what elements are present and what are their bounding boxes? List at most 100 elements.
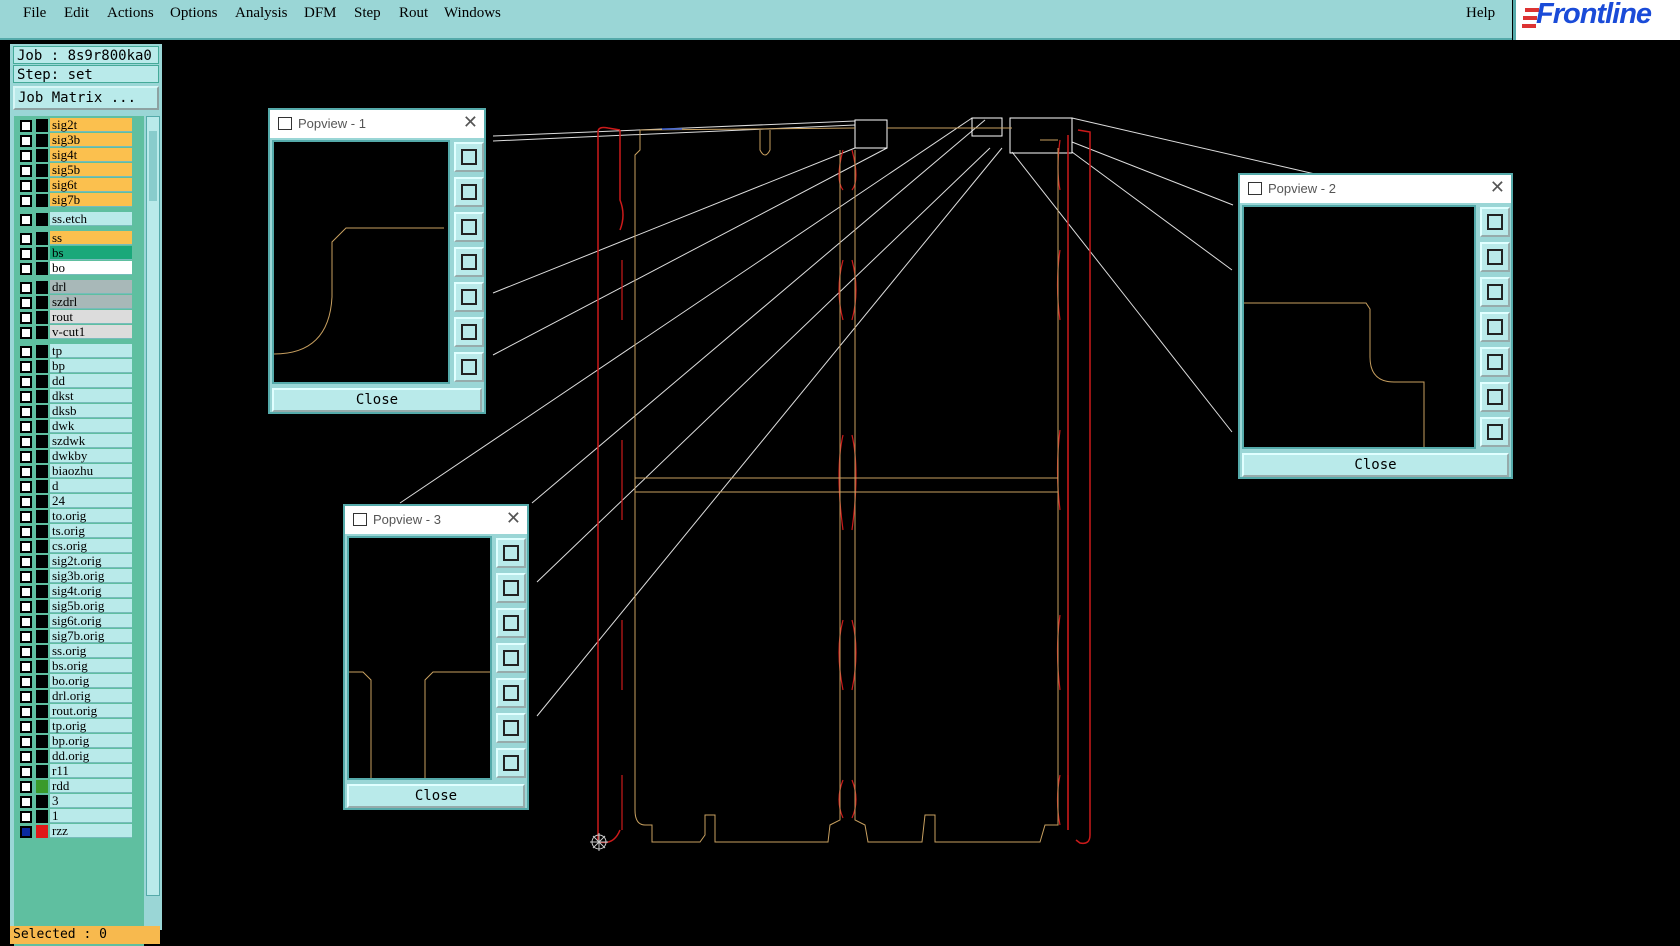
- layer-checkbox[interactable]: [20, 195, 32, 207]
- layer-name[interactable]: d: [50, 479, 132, 493]
- layer-name[interactable]: sig3b: [50, 133, 132, 147]
- layer-checkbox[interactable]: [20, 135, 32, 147]
- pan-up-button[interactable]: [454, 177, 484, 207]
- layer-row[interactable]: drl: [14, 280, 144, 295]
- layer-checkbox[interactable]: [20, 406, 32, 418]
- pan-left-button[interactable]: [496, 643, 526, 673]
- popview-2-titlebar[interactable]: Popview - 2 ✕: [1240, 175, 1511, 203]
- layer-row[interactable]: to.orig: [14, 509, 144, 524]
- layer-row[interactable]: dwkby: [14, 449, 144, 464]
- layer-checkbox[interactable]: [20, 466, 32, 478]
- layer-row[interactable]: dwk: [14, 419, 144, 434]
- layer-row[interactable]: sig3b: [14, 133, 144, 148]
- close-icon[interactable]: ✕: [463, 112, 478, 133]
- layer-name[interactable]: sig2t.orig: [50, 554, 132, 568]
- layer-checkbox[interactable]: [20, 586, 32, 598]
- layer-name[interactable]: 3: [50, 794, 132, 808]
- layer-row[interactable]: drl.orig: [14, 689, 144, 704]
- layer-name[interactable]: cs.orig: [50, 539, 132, 553]
- menu-options[interactable]: Options: [170, 5, 218, 22]
- layer-name[interactable]: sig4t: [50, 148, 132, 162]
- layer-checkbox[interactable]: [20, 248, 32, 260]
- layer-name[interactable]: dd: [50, 374, 132, 388]
- layer-row[interactable]: sig2t: [14, 118, 144, 133]
- layer-name[interactable]: drl.orig: [50, 689, 132, 703]
- layer-name[interactable]: r11: [50, 764, 132, 778]
- layer-row[interactable]: cs.orig: [14, 539, 144, 554]
- layer-row[interactable]: d: [14, 479, 144, 494]
- layer-name[interactable]: sig7b: [50, 193, 132, 207]
- layer-name[interactable]: ts.orig: [50, 524, 132, 538]
- layer-checkbox[interactable]: [20, 766, 32, 778]
- layer-checkbox[interactable]: [20, 556, 32, 568]
- layer-checkbox[interactable]: [20, 511, 32, 523]
- pan-down-button[interactable]: [496, 608, 526, 638]
- layer-row[interactable]: bs.orig: [14, 659, 144, 674]
- layer-name[interactable]: sig4t.orig: [50, 584, 132, 598]
- layer-row[interactable]: rout.orig: [14, 704, 144, 719]
- layer-checkbox[interactable]: [20, 691, 32, 703]
- layer-checkbox[interactable]: [20, 421, 32, 433]
- layer-name[interactable]: rout: [50, 310, 132, 324]
- layer-checkbox[interactable]: [20, 481, 32, 493]
- layer-row[interactable]: sig4t.orig: [14, 584, 144, 599]
- layer-row[interactable]: ss.etch: [14, 212, 144, 227]
- zoom-fit-button[interactable]: [496, 538, 526, 568]
- layer-row[interactable]: dd: [14, 374, 144, 389]
- popview-1-close-button[interactable]: Close: [272, 388, 482, 412]
- pan-down-button[interactable]: [454, 212, 484, 242]
- layer-row[interactable]: sig3b.orig: [14, 569, 144, 584]
- layer-name[interactable]: sig5b: [50, 163, 132, 177]
- menu-analysis[interactable]: Analysis: [235, 5, 288, 22]
- layer-name[interactable]: sig7b.orig: [50, 629, 132, 643]
- pan-up-button[interactable]: [496, 573, 526, 603]
- layer-row[interactable]: bp: [14, 359, 144, 374]
- layer-name[interactable]: sig6t.orig: [50, 614, 132, 628]
- layer-name[interactable]: dd.orig: [50, 749, 132, 763]
- menu-dfm[interactable]: DFM: [304, 5, 337, 22]
- pan-left-button[interactable]: [454, 247, 484, 277]
- pan-right-button[interactable]: [454, 282, 484, 312]
- layer-checkbox[interactable]: [20, 796, 32, 808]
- layer-checkbox[interactable]: [20, 233, 32, 245]
- layer-checkbox[interactable]: [20, 150, 32, 162]
- menu-step[interactable]: Step: [354, 5, 381, 22]
- zoom-fit-button[interactable]: [454, 142, 484, 172]
- layer-row[interactable]: sig7b: [14, 193, 144, 208]
- layer-name[interactable]: to.orig: [50, 509, 132, 523]
- layer-checkbox[interactable]: [20, 571, 32, 583]
- popview-2-close-button[interactable]: Close: [1242, 453, 1509, 477]
- layer-name[interactable]: rzz: [50, 824, 132, 838]
- pan-down-button[interactable]: [1480, 277, 1510, 307]
- layer-name[interactable]: szdwk: [50, 434, 132, 448]
- layer-row[interactable]: rdd: [14, 779, 144, 794]
- layer-checkbox[interactable]: [20, 346, 32, 358]
- menu-file[interactable]: File: [23, 5, 46, 22]
- layer-name[interactable]: sig3b.orig: [50, 569, 132, 583]
- layer-checkbox[interactable]: [20, 646, 32, 658]
- layer-name[interactable]: tp: [50, 344, 132, 358]
- layer-checkbox[interactable]: [20, 327, 32, 339]
- layer-row[interactable]: szdrl: [14, 295, 144, 310]
- zoom-in-button[interactable]: [1480, 382, 1510, 412]
- zoom-fit-button[interactable]: [1480, 207, 1510, 237]
- layer-checkbox[interactable]: [20, 282, 32, 294]
- layer-name[interactable]: ss.etch: [50, 212, 132, 226]
- layer-name[interactable]: rdd: [50, 779, 132, 793]
- menu-windows[interactable]: Windows: [444, 5, 501, 22]
- layer-row[interactable]: 1: [14, 809, 144, 824]
- layer-row[interactable]: 3: [14, 794, 144, 809]
- layer-row[interactable]: ss: [14, 231, 144, 246]
- layer-checkbox[interactable]: [20, 541, 32, 553]
- pan-left-button[interactable]: [1480, 312, 1510, 342]
- zoom-out-button[interactable]: [1480, 417, 1510, 447]
- layer-checkbox[interactable]: [20, 297, 32, 309]
- layer-row[interactable]: dd.orig: [14, 749, 144, 764]
- layer-row[interactable]: sig6t: [14, 178, 144, 193]
- layer-checkbox[interactable]: [20, 214, 32, 226]
- popview-2-view[interactable]: [1242, 205, 1476, 449]
- layer-name[interactable]: szdrl: [50, 295, 132, 309]
- layer-checkbox[interactable]: [20, 120, 32, 132]
- layer-name[interactable]: dksb: [50, 404, 132, 418]
- layer-name[interactable]: bo.orig: [50, 674, 132, 688]
